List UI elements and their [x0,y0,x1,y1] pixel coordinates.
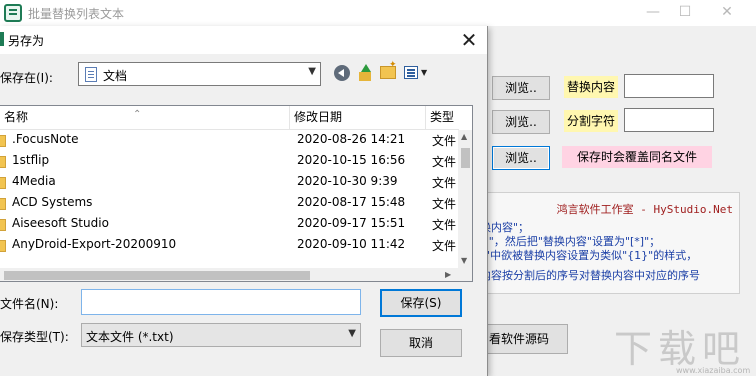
vertical-scroll-thumb[interactable] [461,148,470,168]
info-line: 行内容按分割后的序号对替换内容中对应的序号 [469,269,700,282]
app-logo-icon [4,4,22,22]
dialog-title-bar: 另存为 ✕ [0,26,487,54]
watermark-url: www.xiazaiba.com [676,366,751,375]
column-header-label: 名称 [4,110,29,124]
file-type-value: 文本文件 (*.txt) [86,330,174,344]
app-title: 批量替换列表文本 [28,7,125,21]
file-date: 2020-08-26 14:21 [297,132,406,146]
sort-ascending-icon: ⌃ [133,109,142,120]
list-item[interactable]: 4Media 2020-10-30 9:39 文件 [0,172,459,193]
scroll-down-icon[interactable]: ▼ [461,256,467,265]
save-in-dropdown[interactable]: 文档 ▼ [78,62,321,86]
file-name-label: 文件名(N): [0,297,59,311]
scrollbar-corner [458,268,472,281]
watermark-glyph: 载 [658,327,697,371]
file-type-dropdown[interactable]: 文本文件 (*.txt) ▼ [81,323,361,347]
vertical-scrollbar[interactable]: ▲ ▼ [458,130,472,268]
file-date: 2020-08-17 15:48 [297,195,406,209]
back-icon[interactable] [334,65,350,81]
column-header-name[interactable]: 名称 ⌃ [0,106,290,130]
file-name-input[interactable] [81,289,361,315]
close-app-button[interactable]: ✕ [712,4,742,20]
file-rows: .FocusNote 2020-08-26 14:21 文件 1stflip 2… [0,130,459,256]
documents-folder-icon [85,67,97,82]
file-type: 文件 [432,134,457,148]
scroll-up-icon[interactable]: ▲ [461,132,467,141]
file-type: 文件 [432,197,457,211]
list-item[interactable]: Aiseesoft Studio 2020-09-17 15:51 文件 [0,214,459,235]
split-char-label: 分割字符 [564,110,618,132]
file-type: 文件 [432,218,457,232]
browse-button-2[interactable]: 浏览.. [492,110,550,134]
file-date: 2020-09-17 15:51 [297,216,406,230]
file-type: 文件 [432,239,457,253]
file-name: 4Media [12,174,56,188]
info-text-box: 鸿言软件工作室 - HyStudio.Net 替换内容"； 和"|"，然后把"替… [462,192,740,294]
folder-icon [0,135,6,147]
file-list-header: 名称 ⌃ 修改日期 类型 [0,106,459,130]
browse-button-3[interactable]: 浏览.. [492,146,550,170]
replace-content-input[interactable] [624,74,714,98]
split-char-input[interactable] [624,108,714,132]
list-item[interactable]: ACD Systems 2020-08-17 15:48 文件 [0,193,459,214]
browse-button-1[interactable]: 浏览.. [492,76,550,100]
minimize-button[interactable]: — [638,4,668,20]
folder-icon [0,219,6,231]
watermark-logo: 下 载 吧 www.xiazaiba.com [612,318,756,376]
scroll-right-icon[interactable]: ▶ [445,270,451,279]
chevron-down-icon: ▼ [308,66,316,77]
file-name: 1stflip [12,153,50,167]
horizontal-scrollbar[interactable]: ▶ [0,268,458,281]
file-type: 文件 [432,176,457,190]
folder-icon [0,177,6,189]
list-item[interactable]: 1stflip 2020-10-15 16:56 文件 [0,151,459,172]
list-item[interactable]: .FocusNote 2020-08-26 14:21 文件 [0,130,459,151]
file-list[interactable]: 名称 ⌃ 修改日期 类型 .FocusNote 2020-08-26 14:21… [0,105,473,282]
watermark-glyph: 下 [614,327,653,371]
file-date: 2020-10-30 9:39 [297,174,398,188]
chevron-down-icon: ▼ [348,328,356,339]
column-header-date[interactable]: 修改日期 [290,106,426,130]
new-folder-icon[interactable] [380,60,397,79]
folder-icon [0,156,6,168]
file-name: Aiseesoft Studio [12,216,109,230]
folder-icon [0,198,6,210]
up-folder-icon[interactable] [356,64,374,82]
file-type-label: 保存类型(T): [0,330,69,344]
overwrite-warning-label: 保存时会覆盖同名文件 [562,146,712,168]
app-title-bar: 批量替换列表文本 — ☐ ✕ [0,0,756,26]
file-name: AnyDroid-Export-20200910 [12,237,177,251]
view-dropdown-arrow-icon[interactable]: ▼ [421,68,427,77]
save-button[interactable]: 保存(S) [380,289,462,317]
studio-credit: 鸿言软件工作室 - HyStudio.Net [556,203,733,216]
file-name: ACD Systems [12,195,93,209]
save-in-value: 文档 [103,69,128,83]
view-menu-icon[interactable] [404,66,418,79]
maximize-button[interactable]: ☐ [670,4,700,20]
column-header-type[interactable]: 类型 [426,106,466,130]
dialog-title: 另存为 [8,34,45,48]
file-date: 2020-09-10 11:42 [297,237,406,251]
file-type: 文件 [432,155,457,169]
list-item[interactable]: AnyDroid-Export-20200910 2020-09-10 11:4… [0,235,459,256]
dialog-app-icon [0,32,4,46]
save-as-dialog: 另存为 ✕ 保存在(I): 文档 ▼ ▼ 名称 ⌃ 修改日期 类型 .Focus… [0,26,488,376]
file-name: .FocusNote [12,132,79,146]
file-date: 2020-10-15 16:56 [297,153,406,167]
info-line: "件"中欲被替换内容设置为类似"{1}"的样式， [469,249,698,262]
cancel-button[interactable]: 取消 [380,329,462,357]
replace-content-label: 替换内容 [564,76,618,98]
save-in-label: 保存在(I): [0,71,53,85]
folder-icon [0,240,6,252]
horizontal-scroll-thumb[interactable] [4,271,310,280]
dialog-close-button[interactable]: ✕ [456,28,482,52]
watermark-glyph: 吧 [702,327,741,371]
